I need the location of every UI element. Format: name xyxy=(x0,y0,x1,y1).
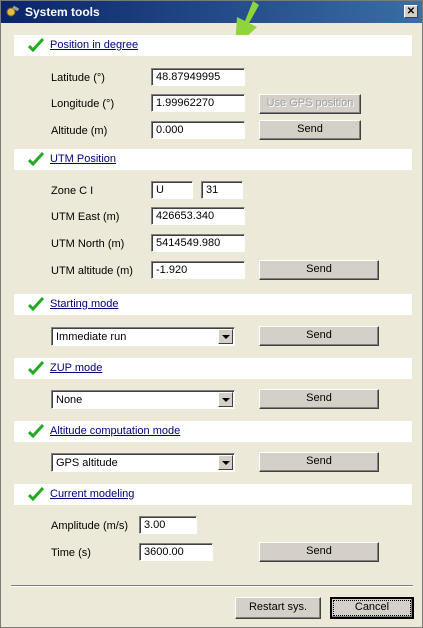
title-bar[interactable]: System tools ✕ xyxy=(1,1,422,23)
altitude-computation-select[interactable]: GPS altitude xyxy=(51,453,235,472)
chevron-down-icon[interactable] xyxy=(218,392,233,407)
footer-divider xyxy=(11,585,413,587)
cancel-button[interactable]: Cancel xyxy=(330,597,414,619)
zup-mode-select[interactable]: None xyxy=(51,390,235,409)
altitude-computation-value: GPS altitude xyxy=(56,457,118,469)
utm-altitude-label: UTM altitude (m) xyxy=(51,265,133,277)
window-title: System tools xyxy=(25,5,100,19)
utm-altitude-field[interactable]: -1.920 xyxy=(151,261,245,279)
check-icon xyxy=(28,297,44,311)
latitude-label: Latitude (°) xyxy=(51,72,105,84)
zone-number-field[interactable]: 31 xyxy=(201,181,243,199)
time-label: Time (s) xyxy=(51,547,91,559)
use-gps-position-button[interactable]: Use GPS position xyxy=(259,94,361,114)
check-icon xyxy=(28,361,44,375)
check-icon xyxy=(28,424,44,438)
section-zup-link[interactable]: ZUP mode xyxy=(50,362,102,374)
check-icon xyxy=(28,152,44,166)
section-utm-link[interactable]: UTM Position xyxy=(50,153,116,165)
section-modeling-link[interactable]: Current modeling xyxy=(50,488,134,500)
starting-send-button[interactable]: Send xyxy=(259,326,379,346)
time-field[interactable]: 3600.00 xyxy=(139,543,213,561)
close-button[interactable]: ✕ xyxy=(404,5,418,18)
section-zup-mode: ZUP mode xyxy=(14,358,412,379)
section-altcomp-link[interactable]: Altitude computation mode xyxy=(50,425,180,437)
section-altitude-computation-mode: Altitude computation mode xyxy=(14,421,412,442)
chevron-down-icon[interactable] xyxy=(218,455,233,470)
latitude-field[interactable]: 48.87949995 xyxy=(151,68,245,86)
utm-north-label: UTM North (m) xyxy=(51,238,125,250)
utm-east-label: UTM East (m) xyxy=(51,211,120,223)
section-position-in-degree: Position in degree xyxy=(14,35,412,56)
utm-east-field[interactable]: 426653.340 xyxy=(151,207,245,225)
section-starting-mode: Starting mode xyxy=(14,294,412,315)
longitude-field[interactable]: 1.99962270 xyxy=(151,94,245,112)
chevron-down-icon[interactable] xyxy=(218,329,233,344)
longitude-label: Longitude (°) xyxy=(51,98,115,110)
amplitude-label: Amplitude (m/s) xyxy=(51,520,129,532)
section-starting-link[interactable]: Starting mode xyxy=(50,298,118,310)
position-send-button[interactable]: Send xyxy=(259,120,361,140)
amplitude-field[interactable]: 3.00 xyxy=(139,516,197,534)
restart-sys-button[interactable]: Restart sys. xyxy=(235,597,321,619)
zup-send-button[interactable]: Send xyxy=(259,389,379,409)
utm-north-field[interactable]: 5414549.980 xyxy=(151,234,245,252)
zone-letter-field[interactable]: U xyxy=(151,181,193,199)
tools-icon xyxy=(6,5,20,17)
altitude-field[interactable]: 0.000 xyxy=(151,121,245,139)
section-current-modeling: Current modeling xyxy=(14,484,412,505)
section-position-link[interactable]: Position in degree xyxy=(50,39,138,51)
starting-mode-value: Immediate run xyxy=(56,331,127,343)
close-icon: ✕ xyxy=(406,6,416,17)
utm-send-button[interactable]: Send xyxy=(259,260,379,280)
starting-mode-select[interactable]: Immediate run xyxy=(51,327,235,346)
zone-label: Zone C I xyxy=(51,185,94,197)
check-icon xyxy=(28,38,44,52)
system-tools-window: System tools ✕ Position in degree Latitu… xyxy=(0,0,423,628)
altitude-label: Altitude (m) xyxy=(51,125,108,137)
altcomp-send-button[interactable]: Send xyxy=(259,452,379,472)
section-utm-position: UTM Position xyxy=(14,149,412,170)
modeling-send-button[interactable]: Send xyxy=(259,542,379,562)
check-icon xyxy=(28,487,44,501)
zup-mode-value: None xyxy=(56,394,83,406)
